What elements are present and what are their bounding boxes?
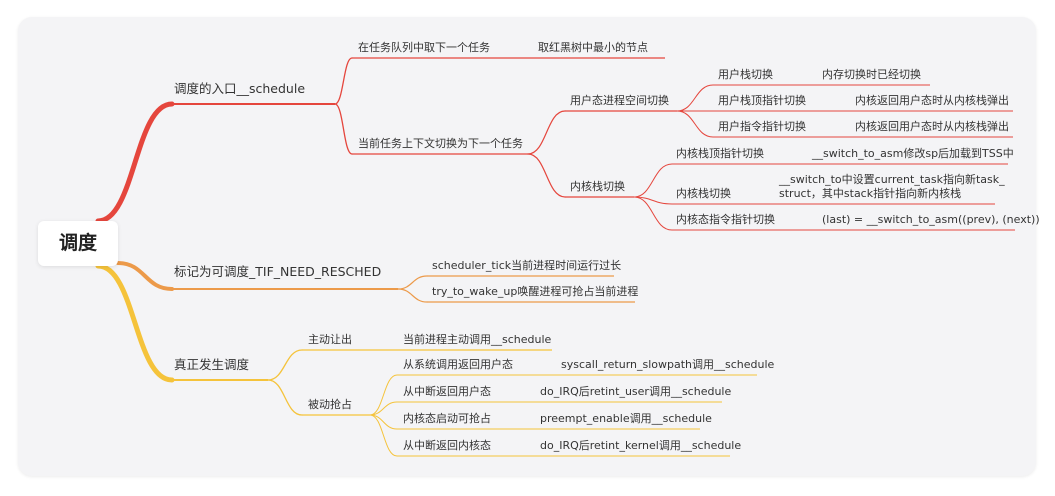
node-user-ip-detail[interactable]: 内核返回用户态时从内核栈弹出 — [855, 119, 1009, 133]
node-user-sp-detail[interactable]: 内核返回用户态时从内核栈弹出 — [855, 93, 1009, 107]
node-kernel-sp-switch[interactable]: 内核栈顶指针切换 — [676, 146, 764, 160]
node-try-to-wake-up[interactable]: try_to_wake_up唤醒进程可抢占当前进程 — [432, 284, 638, 298]
node-kernel-ip-detail[interactable]: (last) = __switch_to_asm((prev), (next)) — [822, 213, 1040, 226]
node-kernel-ip-switch[interactable]: 内核态指令指针切换 — [676, 212, 775, 226]
edge-root-to-real — [95, 263, 175, 383]
edge-switch-to-user — [527, 110, 566, 155]
node-schedule-entry[interactable]: 调度的入口__schedule — [174, 81, 305, 96]
node-kernel-stack-switch[interactable]: 内核栈切换 — [570, 179, 625, 193]
node-user-space-switch[interactable]: 用户态进程空间切换 — [570, 93, 669, 107]
node-user-stack-detail[interactable]: 内存切换时已经切换 — [822, 67, 921, 81]
node-preempt-irq-user[interactable]: 从中断返回用户态 — [403, 384, 491, 398]
edge-mark-2 — [397, 288, 428, 303]
node-preempt-enable-detail[interactable]: preempt_enable调用__schedule — [540, 412, 712, 425]
node-preempt-enable[interactable]: 内核态启动可抢占 — [403, 411, 491, 425]
node-context-switch[interactable]: 当前任务上下文切换为下一个任务 — [358, 136, 523, 150]
edge-preempt-3 — [369, 414, 398, 430]
node-pick-next-task[interactable]: 在任务队列中取下一个任务 — [358, 40, 490, 54]
node-voluntary[interactable]: 主动让出 — [308, 332, 352, 346]
node-voluntary-detail[interactable]: 当前进程主动调用__schedule — [403, 332, 552, 346]
node-kernel-sp-detail[interactable]: __switch_to_asm修改sp后加载到TSS中 — [811, 146, 1014, 160]
node-user-sp-switch[interactable]: 用户栈顶指针切换 — [718, 93, 806, 107]
node-preempt-irq-user-detail[interactable]: do_IRQ后retint_user调用__schedule — [540, 385, 731, 398]
node-real-schedule[interactable]: 真正发生调度 — [174, 357, 250, 372]
edge-real-to-voluntary — [267, 349, 303, 381]
edge-preempt-4 — [369, 414, 398, 457]
node-preempt[interactable]: 被动抢占 — [308, 397, 352, 411]
node-rbtree-min[interactable]: 取红黑树中最小的节点 — [538, 40, 648, 54]
edge-entry-to-switch — [334, 103, 353, 155]
edge-kernel-1 — [633, 163, 673, 198]
edge-kernel-3 — [633, 196, 673, 231]
edge-user-3 — [676, 110, 714, 138]
node-mark-resched[interactable]: 标记为可调度_TIF_NEED_RESCHED — [174, 264, 381, 279]
node-user-ip-switch[interactable]: 用户指令指针切换 — [718, 119, 806, 133]
node-kernel-stack-detail-2[interactable]: struct，其中stack指针指向新内核栈 — [779, 186, 961, 200]
edge-root-to-mark — [116, 261, 174, 291]
node-kernel-stack-detail-1[interactable]: __switch_to中设置current_task指向新task_ — [778, 172, 1005, 186]
node-preempt-irq-kernel-detail[interactable]: do_IRQ后retint_kernel调用__schedule — [540, 439, 741, 452]
edge-switch-to-kernel — [527, 153, 566, 198]
edge-real-to-preempt — [267, 379, 303, 416]
node-preempt-syscall-detail[interactable]: syscall_return_slowpath调用__schedule — [561, 358, 775, 371]
node-preempt-syscall[interactable]: 从系统调用返回用户态 — [403, 357, 513, 371]
edge-root-to-entry — [95, 101, 175, 224]
edge-mark-1 — [397, 275, 428, 290]
edge-user-1 — [676, 84, 714, 112]
node-preempt-irq-kernel[interactable]: 从中断返回内核态 — [403, 438, 491, 452]
mindmap-svg: 调度的入口__schedule 在任务队列中取下一个任务 取红黑树中最小的节点 … — [95, 40, 1040, 457]
edge-entry-to-pick — [334, 57, 353, 105]
root-node[interactable]: 调度 — [38, 221, 118, 266]
node-scheduler-tick[interactable]: scheduler_tick当前进程时间运行过长 — [432, 258, 621, 272]
node-kernel-stack-switch-2[interactable]: 内核栈切换 — [676, 186, 731, 200]
node-user-stack-switch[interactable]: 用户栈切换 — [718, 67, 773, 81]
